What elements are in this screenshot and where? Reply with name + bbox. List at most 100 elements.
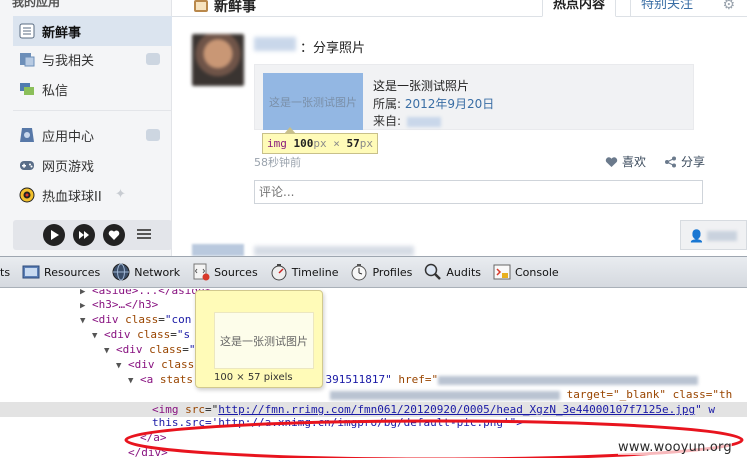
- app-center-icon: [19, 127, 35, 143]
- photo-source: 来自:: [373, 112, 441, 129]
- tab-profiles[interactable]: Profiles: [344, 257, 418, 287]
- shared-photo-card: 这是一张测试图片 这是一张测试照片 所属: 2012年9月20日 来自:: [254, 64, 694, 130]
- preview-image: 这是一张测试图片: [214, 312, 314, 369]
- resources-icon: [22, 263, 40, 281]
- sidebar-item-web-games[interactable]: 网页游戏: [13, 150, 172, 180]
- dom-val: " w: [695, 403, 715, 416]
- sparkle-icon: ✦: [115, 187, 126, 202]
- source-label: 来自:: [373, 114, 405, 128]
- dom-tag: a: [146, 373, 154, 386]
- sidebar-item-related[interactable]: 与我相关: [13, 44, 172, 74]
- next-post-text-blurred: [254, 246, 414, 256]
- play-button[interactable]: [43, 224, 65, 246]
- online-count-blurred: [707, 231, 737, 241]
- sidebar-item-label: 与我相关: [42, 53, 95, 69]
- dom-attr: href=": [398, 373, 439, 386]
- comment-input[interactable]: [254, 180, 703, 204]
- tab-console[interactable]: Console: [487, 257, 565, 287]
- dom-node-a-attrs: target="_blank" class="th: [330, 387, 732, 402]
- profiles-icon: [350, 263, 368, 281]
- sidebar: 我的应用 新鲜事 与我相关 私信 应用中心 网页游戏 热血球球II ✦: [0, 0, 172, 256]
- playlist-icon[interactable]: [137, 228, 151, 240]
- next-track-button[interactable]: [73, 224, 95, 246]
- like-button[interactable]: 喜欢: [605, 153, 646, 170]
- tooltip-unit: px: [313, 137, 327, 150]
- dom-val: this.src='http://a.xnimg.cn/imgpro/bg/de…: [152, 416, 523, 429]
- dom-val: "con: [164, 313, 192, 326]
- favorite-heart-button[interactable]: [103, 224, 125, 246]
- dom-attr: class: [161, 358, 195, 371]
- tooltip-height: 57: [346, 137, 360, 150]
- tab-label: Sources: [214, 265, 258, 279]
- news-feed-icon: [19, 23, 35, 39]
- share-button[interactable]: 分享: [664, 153, 705, 170]
- tab-hot-content[interactable]: 热点内容: [542, 0, 617, 17]
- tab-special-follow[interactable]: 特别关注: [630, 0, 703, 17]
- album-link[interactable]: 2012年9月20日: [405, 97, 494, 111]
- dom-text: <aside>...</aside>: [92, 289, 212, 297]
- devtools-panel: ts Resources Network Sources Timeline Pr…: [0, 256, 747, 458]
- devtools-toolbar: ts Resources Network Sources Timeline Pr…: [0, 256, 747, 288]
- sidebar-item-label: 新鲜事: [42, 25, 82, 41]
- dom-node-div-class[interactable]: ▼ <div class: [116, 357, 194, 372]
- href-blurred: [438, 375, 699, 385]
- audits-icon: [424, 263, 442, 281]
- share-icon: [665, 156, 676, 167]
- feed-header: 新鲜事 热点内容 特别关注 ⚙: [172, 0, 747, 17]
- dom-node-h3[interactable]: ▶ <h3>…</h3>: [80, 297, 158, 312]
- dom-attr: class: [137, 328, 171, 341]
- dom-node-div-con[interactable]: ▼ <div class="con: [80, 312, 191, 327]
- tab-label: Network: [134, 265, 181, 279]
- console-icon: [493, 263, 511, 281]
- dom-text: <h3>…</h3>: [92, 298, 159, 311]
- heart-icon: [605, 156, 618, 167]
- tab-elements[interactable]: ts: [0, 257, 16, 287]
- dom-node-close-a[interactable]: </a>: [140, 430, 167, 445]
- sidebar-item-ball-game[interactable]: 热血球球II ✦: [13, 180, 172, 210]
- photo-title: 这是一张测试照片: [373, 79, 470, 93]
- preview-caption: 100 × 57 pixels: [214, 372, 293, 383]
- user-name-blurred[interactable]: [254, 37, 296, 51]
- online-friends-panel[interactable]: 👤: [680, 220, 747, 250]
- user-icon: 👤: [689, 229, 704, 243]
- gear-icon[interactable]: ⚙: [722, 0, 735, 13]
- sidebar-item-app-center[interactable]: 应用中心: [13, 120, 172, 150]
- tab-audits[interactable]: Audits: [418, 257, 487, 287]
- tab-network[interactable]: Network: [106, 257, 186, 287]
- tab-sources[interactable]: Sources: [186, 257, 264, 287]
- timeline-icon: [270, 263, 288, 281]
- message-icon: [19, 81, 35, 97]
- sidebar-item-news-feed[interactable]: 新鲜事: [13, 16, 172, 46]
- avatar[interactable]: [192, 34, 244, 86]
- dom-node-onerror: this.src='http://a.xnimg.cn/imgpro/bg/de…: [152, 415, 523, 430]
- ball-game-icon: [19, 187, 35, 203]
- watermark: www.wooyun.org: [618, 440, 732, 455]
- sidebar-item-messages[interactable]: 私信: [13, 74, 172, 104]
- tab-label: Console: [515, 265, 559, 279]
- page-title-text: 新鲜事: [214, 0, 256, 15]
- share-label: 分享: [681, 155, 706, 169]
- news-feed-main: 新鲜事 热点内容 特别关注 ⚙ ：分享照片 这是一张测试图片 这是一张测试照片 …: [172, 0, 747, 256]
- tooltip-times: ×: [326, 137, 347, 150]
- element-dimension-tooltip: img 100px × 57px: [262, 133, 378, 154]
- dom-attr: class: [149, 343, 183, 356]
- sidebar-item-label: 网页游戏: [42, 159, 95, 175]
- next-post-avatar: [192, 244, 244, 256]
- dom-node-div[interactable]: ▼ <div class=": [104, 342, 196, 357]
- photo-thumbnail[interactable]: 这是一张测试图片: [263, 73, 363, 130]
- image-preview-popover: 这是一张测试图片 100 × 57 pixels: [195, 290, 323, 388]
- related-icon: [19, 51, 35, 67]
- dom-node-div-s[interactable]: ▼ <div class="s: [92, 327, 190, 342]
- source-name-blurred[interactable]: [406, 116, 441, 127]
- elements-dom-tree[interactable]: ▶ <aside>...</aside> ▶ <h3>…</h3> ▼ <div…: [0, 289, 747, 458]
- tab-timeline[interactable]: Timeline: [264, 257, 345, 287]
- tab-label: Timeline: [291, 265, 339, 279]
- game-icon: [19, 157, 35, 173]
- page-title: 新鲜事: [194, 0, 256, 16]
- tab-resources[interactable]: Resources: [16, 257, 106, 287]
- photo-album: 所属: 2012年9月20日: [373, 95, 494, 112]
- sidebar-heading: 我的应用: [12, 0, 61, 9]
- dom-node-close-div[interactable]: </div>: [128, 445, 168, 458]
- sidebar-item-label: 热血球球II: [42, 189, 102, 205]
- album-label: 所属:: [373, 97, 405, 111]
